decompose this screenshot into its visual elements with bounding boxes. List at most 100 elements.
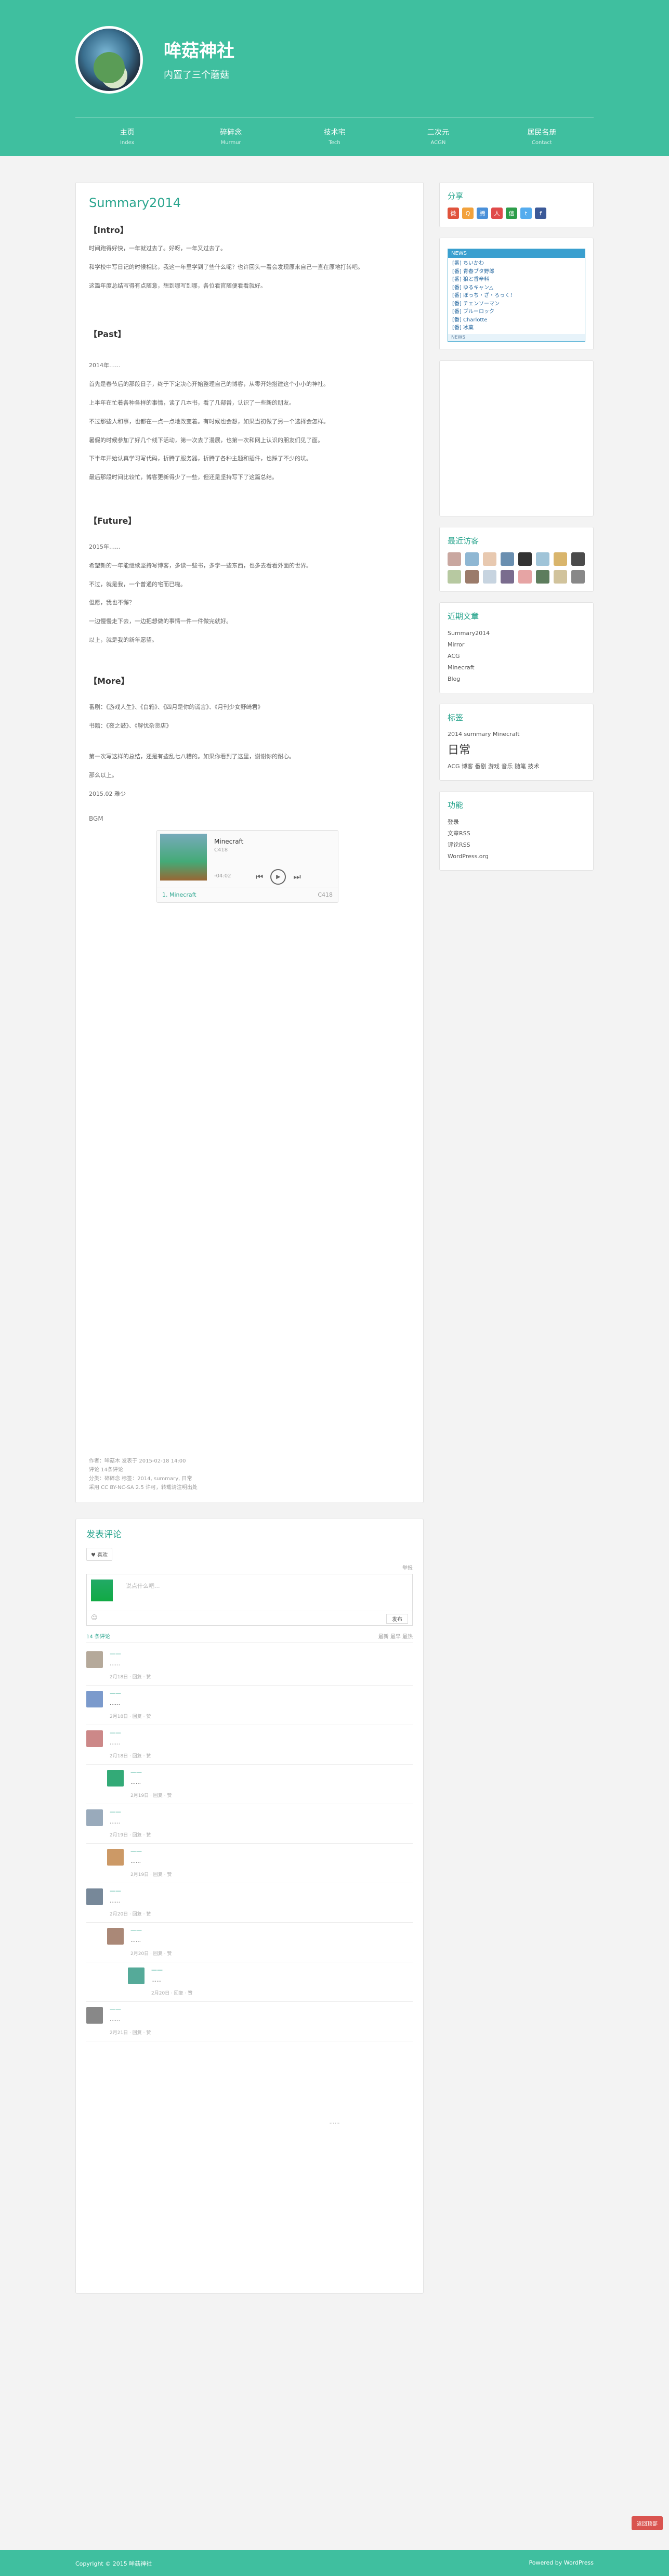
comment-author[interactable]: —— — [130, 1848, 413, 1855]
recent-post-link[interactable]: ACG — [448, 651, 585, 662]
play-icon[interactable]: ▶ — [270, 869, 286, 885]
visitor-avatar[interactable] — [518, 552, 532, 566]
post-title[interactable]: Summary2014 — [89, 196, 410, 210]
anime-item[interactable]: [番] ぼっち・ざ・ろっく！ — [452, 292, 581, 300]
site-avatar[interactable] — [75, 26, 143, 94]
visitor-avatar[interactable] — [483, 569, 496, 584]
commenter-avatar[interactable] — [107, 1849, 124, 1866]
visitor-avatar[interactable] — [465, 552, 479, 566]
comment-meta[interactable]: 2月19日 · 回复 · 赞 — [130, 1871, 413, 1878]
visitor-avatar[interactable] — [465, 569, 479, 584]
recent-post-link[interactable]: Summary2014 — [448, 628, 585, 639]
site-title[interactable]: 哞菇神社 — [164, 36, 234, 62]
comment-input[interactable]: 说点什么吧... — [126, 1582, 160, 1590]
anime-item[interactable]: [番] ブルーロック — [452, 308, 581, 316]
func-link[interactable]: 文章RSS — [448, 828, 585, 839]
nav-tech[interactable]: 技术宅 Tech — [283, 118, 386, 156]
comment-author[interactable]: —— — [110, 1690, 413, 1697]
nav-acgn[interactable]: 二次元 ACGN — [386, 118, 490, 156]
anime-item[interactable]: [番] 狼と香辛料 — [452, 276, 581, 284]
anime-item[interactable]: [番] チェンソーマン — [452, 300, 581, 308]
visitor-avatar[interactable] — [554, 569, 567, 584]
nav-murmur[interactable]: 碎碎念 Murmur — [179, 118, 282, 156]
comment-author[interactable]: —— — [110, 1808, 413, 1815]
empty-widget — [439, 360, 594, 516]
commenter-avatar[interactable] — [86, 1691, 103, 1707]
anime-item[interactable]: [番] ゆるキャン△ — [452, 284, 581, 292]
comment-meta[interactable]: 2月20日 · 回复 · 赞 — [110, 1910, 413, 1917]
commenter-avatar[interactable] — [86, 1888, 103, 1905]
visitor-avatar[interactable] — [518, 569, 532, 584]
func-link[interactable]: WordPress.org — [448, 851, 585, 862]
recent-post-link[interactable]: Minecraft — [448, 662, 585, 674]
visitor-avatar[interactable] — [501, 569, 514, 584]
visitor-avatar[interactable] — [571, 569, 585, 584]
submit-button[interactable]: 发布 — [386, 1614, 408, 1624]
comment-author[interactable]: —— — [110, 1650, 413, 1657]
comment-author[interactable]: —— — [110, 1729, 413, 1736]
comment-meta[interactable]: 2月18日 · 回复 · 赞 — [110, 1713, 413, 1719]
comment-author[interactable]: —— — [130, 1927, 413, 1934]
tag-line[interactable]: ACG 博客 番剧 游戏 音乐 随笔 技术 — [448, 761, 585, 772]
recent-post-link[interactable]: Mirror — [448, 639, 585, 651]
visitor-avatar[interactable] — [448, 569, 461, 584]
visitor-avatar[interactable] — [571, 552, 585, 566]
nav-index[interactable]: 主页 Index — [75, 118, 179, 156]
twitter-icon[interactable]: t — [520, 208, 532, 219]
visitor-avatar[interactable] — [554, 552, 567, 566]
anime-item[interactable]: [番] Charlotte — [452, 316, 581, 325]
comment-count: 14 条评论 — [86, 1634, 110, 1640]
comment-meta[interactable]: 2月21日 · 回复 · 赞 — [110, 2029, 413, 2036]
comment-author[interactable]: —— — [130, 1769, 413, 1776]
comments-section: 发表评论 ♥ 喜欢 举报 说点什么吧... ☺ 发布 14 条评论 最新 最早 … — [75, 1519, 424, 2294]
visitor-avatar[interactable] — [536, 552, 549, 566]
tag-line[interactable]: 2014 summary Minecraft — [448, 729, 585, 740]
renren-icon[interactable]: 人 — [491, 208, 503, 219]
wechat-icon[interactable]: 信 — [506, 208, 517, 219]
visitor-avatar[interactable] — [536, 569, 549, 584]
qzone-icon[interactable]: Q — [462, 208, 474, 219]
comment-meta[interactable]: 2月19日 · 回复 · 赞 — [130, 1792, 413, 1798]
tag-big[interactable]: 日常 — [448, 740, 585, 761]
like-button[interactable]: ♥ 喜欢 — [86, 1548, 113, 1561]
comment-meta[interactable]: 2月18日 · 回复 · 赞 — [110, 1752, 413, 1759]
func-link[interactable]: 评论RSS — [448, 839, 585, 851]
facebook-icon[interactable]: f — [535, 208, 546, 219]
tencent-icon[interactable]: 腾 — [477, 208, 488, 219]
meta-comments[interactable]: 评论 14条评论 — [89, 1466, 198, 1474]
visitor-avatar[interactable] — [501, 552, 514, 566]
visitor-avatar[interactable] — [448, 552, 461, 566]
comment-meta[interactable]: 2月20日 · 回复 · 赞 — [130, 1950, 413, 1957]
back-to-top-button[interactable]: 返回顶部 — [632, 2516, 663, 2530]
comment-author[interactable]: —— — [110, 1887, 413, 1894]
sidebar: 分享 微 Q 腾 人 信 t f NEWS [番] ちいかわ [番] 青春ブタ野… — [439, 182, 594, 881]
track-list[interactable]: 1. Minecraft C418 — [157, 886, 338, 902]
comment-meta[interactable]: 2月20日 · 回复 · 赞 — [151, 1989, 413, 1996]
weibo-icon[interactable]: 微 — [448, 208, 459, 219]
commenter-avatar[interactable] — [86, 1730, 103, 1747]
commenter-avatar[interactable] — [86, 2007, 103, 2024]
footer-powered[interactable]: Powered by WordPress — [529, 2559, 594, 2566]
next-icon[interactable]: ⏭ — [293, 872, 300, 882]
prev-icon[interactable]: ⏮ — [256, 872, 263, 882]
anime-item[interactable]: [番] 冰菓 — [452, 324, 581, 332]
commenter-avatar[interactable] — [128, 1967, 145, 1984]
visitor-avatar[interactable] — [483, 552, 496, 566]
comment-meta[interactable]: 2月19日 · 回复 · 赞 — [110, 1831, 413, 1838]
comment-tools[interactable]: 举报 — [86, 1563, 413, 1571]
recent-post-link[interactable]: Blog — [448, 674, 585, 685]
comment-author[interactable]: —— — [110, 2006, 413, 2013]
anime-item[interactable]: [番] 青春ブタ野郎 — [452, 268, 581, 276]
meta-category[interactable]: 分类：碎碎念 标签：2014, summary, 日常 — [89, 1474, 198, 1483]
commenter-avatar[interactable] — [86, 1809, 103, 1826]
commenter-avatar[interactable] — [86, 1651, 103, 1668]
commenter-avatar[interactable] — [107, 1770, 124, 1787]
comment-author[interactable]: —— — [151, 1966, 413, 1973]
commenter-avatar[interactable] — [107, 1928, 124, 1945]
nav-contact[interactable]: 居民名册 Contact — [490, 118, 594, 156]
emoji-icon[interactable]: ☺ — [91, 1614, 98, 1621]
sort-options[interactable]: 最新 最早 最热 — [378, 1632, 413, 1640]
comment-meta[interactable]: 2月18日 · 回复 · 赞 — [110, 1673, 413, 1680]
func-link[interactable]: 登录 — [448, 817, 585, 828]
anime-item[interactable]: [番] ちいかわ — [452, 260, 581, 268]
